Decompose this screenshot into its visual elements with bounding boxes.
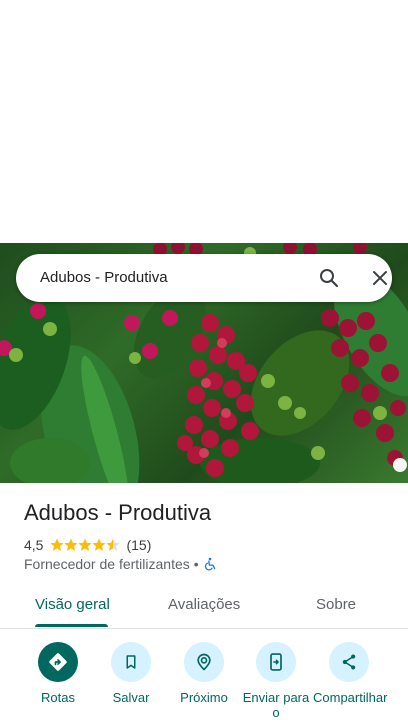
nearby-label: Próximo [180, 690, 228, 705]
category-row: Fornecedor de fertilizantes • [24, 556, 217, 572]
separator-dot: • [193, 556, 199, 572]
save-label: Salvar [112, 690, 150, 705]
wheelchair-accessible-icon [204, 557, 215, 571]
directions-button[interactable]: Rotas [22, 642, 94, 705]
search-query[interactable]: Adubos - Produtiva [40, 269, 168, 286]
share-button[interactable]: Compartilhar [313, 642, 388, 705]
send-to-phone-button[interactable]: Enviar para o [240, 642, 312, 720]
tab-reviews[interactable]: Avaliações [168, 596, 240, 613]
search-bar[interactable]: Adubos - Produtiva [16, 254, 392, 302]
directions-button-circle[interactable] [38, 642, 78, 682]
send-to-phone-label: Enviar para o [242, 690, 310, 720]
share-button-circle[interactable] [329, 642, 369, 682]
save-button-circle[interactable] [111, 642, 151, 682]
save-button[interactable]: Salvar [95, 642, 167, 705]
send-to-phone-icon [270, 653, 282, 671]
share-label: Compartilhar [313, 690, 388, 705]
nearby-icon [197, 653, 211, 671]
active-tab-indicator [35, 624, 108, 627]
nearby-button[interactable]: Próximo [168, 642, 240, 705]
tab-about[interactable]: Sobre [316, 596, 356, 613]
rating-row[interactable]: 4,5 (15) [24, 536, 151, 554]
search-icon[interactable] [317, 266, 341, 290]
tab-bar: Visão geral Avaliações Sobre [0, 588, 408, 629]
send-to-phone-button-circle[interactable] [256, 642, 296, 682]
directions-label: Rotas [41, 690, 75, 705]
close-icon[interactable] [368, 266, 392, 290]
review-count: (15) [126, 537, 152, 553]
bookmark-icon [126, 655, 136, 669]
rating-value: 4,5 [24, 537, 44, 553]
stars-icon [50, 538, 121, 551]
star-rating [50, 538, 121, 552]
place-category: Fornecedor de fertilizantes [24, 556, 190, 572]
share-icon [342, 654, 356, 670]
directions-icon [49, 653, 67, 671]
nearby-button-circle[interactable] [184, 642, 224, 682]
place-title: Adubos - Produtiva [24, 500, 212, 525]
tab-overview[interactable]: Visão geral [35, 596, 110, 613]
